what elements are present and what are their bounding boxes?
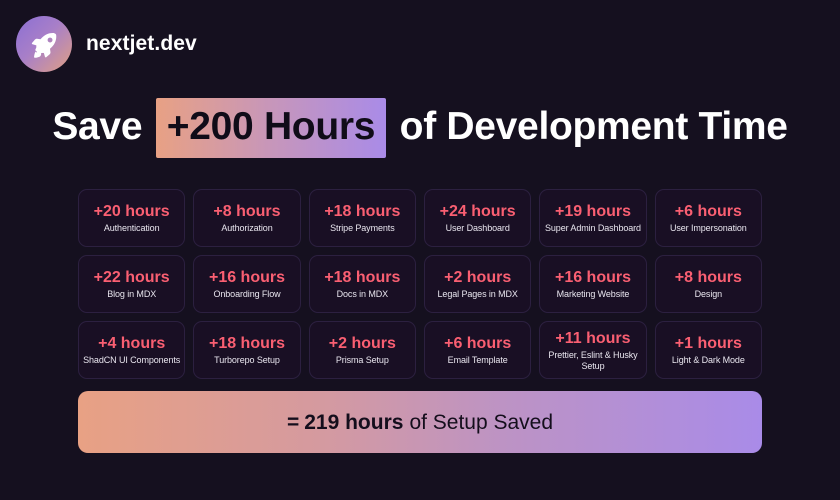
rocket-icon <box>16 16 72 72</box>
feature-card-hours: +4 hours <box>98 335 166 352</box>
feature-card: +11 hours Prettier, Eslint & Husky Setup <box>539 321 647 379</box>
feature-card-label: Email Template <box>447 355 508 365</box>
feature-card-label: User Dashboard <box>445 223 510 233</box>
feature-card: +2 hours Prisma Setup <box>308 321 416 379</box>
feature-card-hours: +8 hours <box>674 269 742 286</box>
feature-card-hours: +19 hours <box>554 203 631 220</box>
feature-card-hours: +16 hours <box>208 269 285 286</box>
feature-card-hours: +18 hours <box>208 335 285 352</box>
feature-card-hours: +22 hours <box>93 269 170 286</box>
brand-name: nextjet.dev <box>86 32 197 55</box>
feature-card: +19 hours Super Admin Dashboard <box>539 189 647 247</box>
page-title: Save +200 Hours of Development Time <box>0 98 840 158</box>
feature-card: +6 hours Email Template <box>424 321 532 379</box>
feature-card: +8 hours Design <box>654 255 762 313</box>
feature-card-label: Marketing Website <box>556 289 630 299</box>
headline-after: of Development Time <box>399 105 788 148</box>
feature-card: +16 hours Marketing Website <box>539 255 647 313</box>
feature-card-hours: +6 hours <box>444 335 512 352</box>
total-hours-value: 219 hours <box>304 410 404 434</box>
feature-card-label: Legal Pages in MDX <box>437 289 518 299</box>
feature-card-label: Prettier, Eslint & Husky Setup <box>548 349 638 371</box>
feature-card-hours: +2 hours <box>444 269 512 286</box>
feature-card-hours: +18 hours <box>324 203 401 220</box>
feature-card: +6 hours User Impersonation <box>654 189 762 247</box>
feature-card: +18 hours Docs in MDX <box>308 255 416 313</box>
feature-card-grid: +20 hours Authentication +8 hours Authoriza… <box>78 189 762 379</box>
feature-card-label: Stripe Payments <box>330 223 395 233</box>
feature-card: +18 hours Stripe Payments <box>308 189 416 247</box>
feature-card-hours: +1 hours <box>674 335 742 352</box>
feature-card: +8 hours Authorization <box>193 189 301 247</box>
feature-card: +24 hours User Dashboard <box>424 189 532 247</box>
feature-card: +2 hours Legal Pages in MDX <box>424 255 532 313</box>
feature-card-label: Prisma Setup <box>335 355 389 365</box>
feature-card-label: Light & Dark Mode <box>671 355 745 365</box>
feature-card-hours: +20 hours <box>93 203 170 220</box>
feature-card-label: Authentication <box>103 223 160 233</box>
feature-card: +20 hours Authentication <box>78 189 186 247</box>
feature-card-label: Super Admin Dashboard <box>545 223 641 233</box>
feature-card-label: Blog in MDX <box>107 289 157 299</box>
feature-card-hours: +18 hours <box>324 269 401 286</box>
feature-card-hours: +16 hours <box>554 269 631 286</box>
headline-highlight: +200 Hours <box>155 98 387 158</box>
feature-card-hours: +2 hours <box>328 335 396 352</box>
headline-before: Save <box>52 105 143 148</box>
total-summary-banner: = 219 hours of Setup Saved <box>78 391 762 453</box>
feature-card-label: Design <box>694 289 723 299</box>
feature-card: +18 hours Turborepo Setup <box>193 321 301 379</box>
feature-card: +1 hours Light & Dark Mode <box>654 321 762 379</box>
feature-card-hours: +24 hours <box>439 203 516 220</box>
feature-card-label: Authorization <box>221 223 273 233</box>
feature-card-label: ShadCN UI Components <box>83 355 181 365</box>
feature-card-hours: +11 hours <box>555 329 631 347</box>
feature-card: +16 hours Onboarding Flow <box>193 255 301 313</box>
feature-card-label: Docs in MDX <box>336 289 389 299</box>
equals-sign: = <box>286 410 300 434</box>
feature-card-label: User Impersonation <box>669 223 747 233</box>
feature-card: +22 hours Blog in MDX <box>78 255 186 313</box>
feature-card-hours: +8 hours <box>213 203 281 220</box>
feature-card-label: Turborepo Setup <box>214 355 280 365</box>
feature-card-hours: +6 hours <box>674 203 742 220</box>
feature-card: +4 hours ShadCN UI Components <box>78 321 186 379</box>
brand-header: nextjet.dev <box>16 16 197 72</box>
total-hours-caption: of Setup Saved <box>409 410 554 434</box>
feature-card-label: Onboarding Flow <box>213 289 281 299</box>
